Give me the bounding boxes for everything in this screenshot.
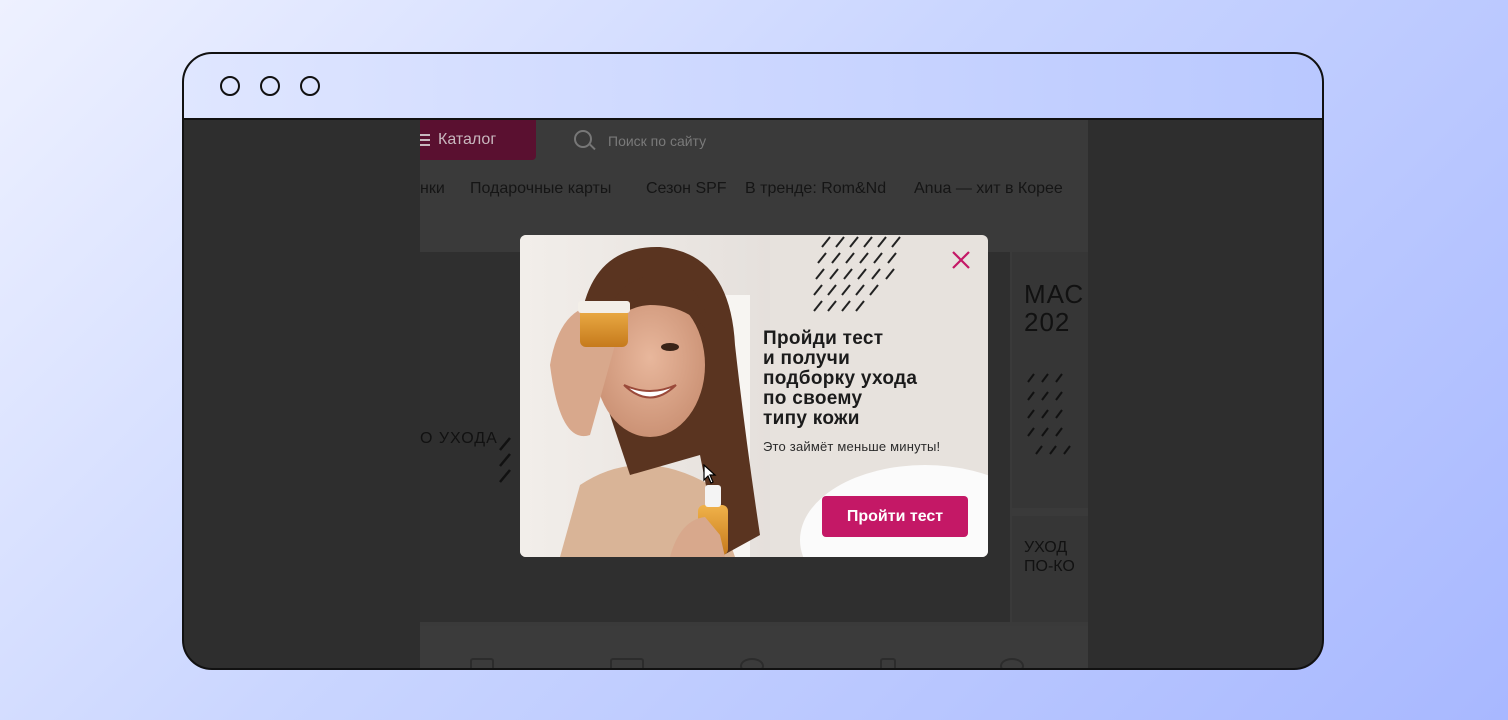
hero-text: О УХОДА	[420, 430, 498, 447]
catalog-label: Каталог	[438, 131, 497, 148]
catalog-button[interactable]: Каталог	[420, 120, 536, 160]
nav-item[interactable]: Anua — хит в Корее	[914, 180, 1063, 198]
feature-icon	[1000, 658, 1024, 668]
menu-icon	[420, 134, 430, 136]
popup-subtext: Это займёт меньше минуты!	[763, 439, 941, 454]
nav-item[interactable]: В тренде: Rom&Nd	[745, 180, 886, 198]
close-icon[interactable]	[950, 249, 972, 271]
search-icon	[574, 130, 592, 148]
promo-photo	[520, 235, 770, 557]
window-control-maximize-icon[interactable]	[300, 76, 320, 96]
feature-icon	[470, 658, 494, 668]
side-banner-text: УХОД ПО-КО	[1024, 539, 1075, 575]
side-banner[interactable]: МАС 202	[1012, 252, 1088, 508]
side-banner-title: МАС 202	[1024, 279, 1085, 337]
decorative-pattern-icon	[1027, 373, 1071, 455]
window-control-minimize-icon[interactable]	[260, 76, 280, 96]
search-input[interactable]	[606, 128, 1030, 154]
feature-icon	[610, 658, 644, 668]
take-test-button[interactable]: Пройти тест	[822, 496, 968, 537]
window-titlebar	[184, 54, 1322, 120]
nav-item[interactable]: нки	[420, 180, 445, 198]
feature-icon	[740, 658, 764, 668]
mouse-cursor-icon	[703, 464, 717, 484]
skin-quiz-popup: Пройди тест и получи подборку ухода по с…	[520, 235, 988, 557]
popup-heading: Пройди тест и получи подборку ухода по с…	[763, 328, 918, 429]
side-banner-secondary[interactable]: УХОД ПО-КО	[1012, 516, 1088, 622]
decorative-hatch-icon	[813, 236, 901, 312]
feature-icon	[880, 658, 896, 668]
nav-item[interactable]: Подарочные карты	[470, 180, 611, 198]
decorative-lines-icon	[499, 437, 511, 483]
window-control-close-icon[interactable]	[220, 76, 240, 96]
nav-item[interactable]: Сезон SPF	[646, 180, 727, 198]
feature-strip	[420, 626, 1088, 668]
